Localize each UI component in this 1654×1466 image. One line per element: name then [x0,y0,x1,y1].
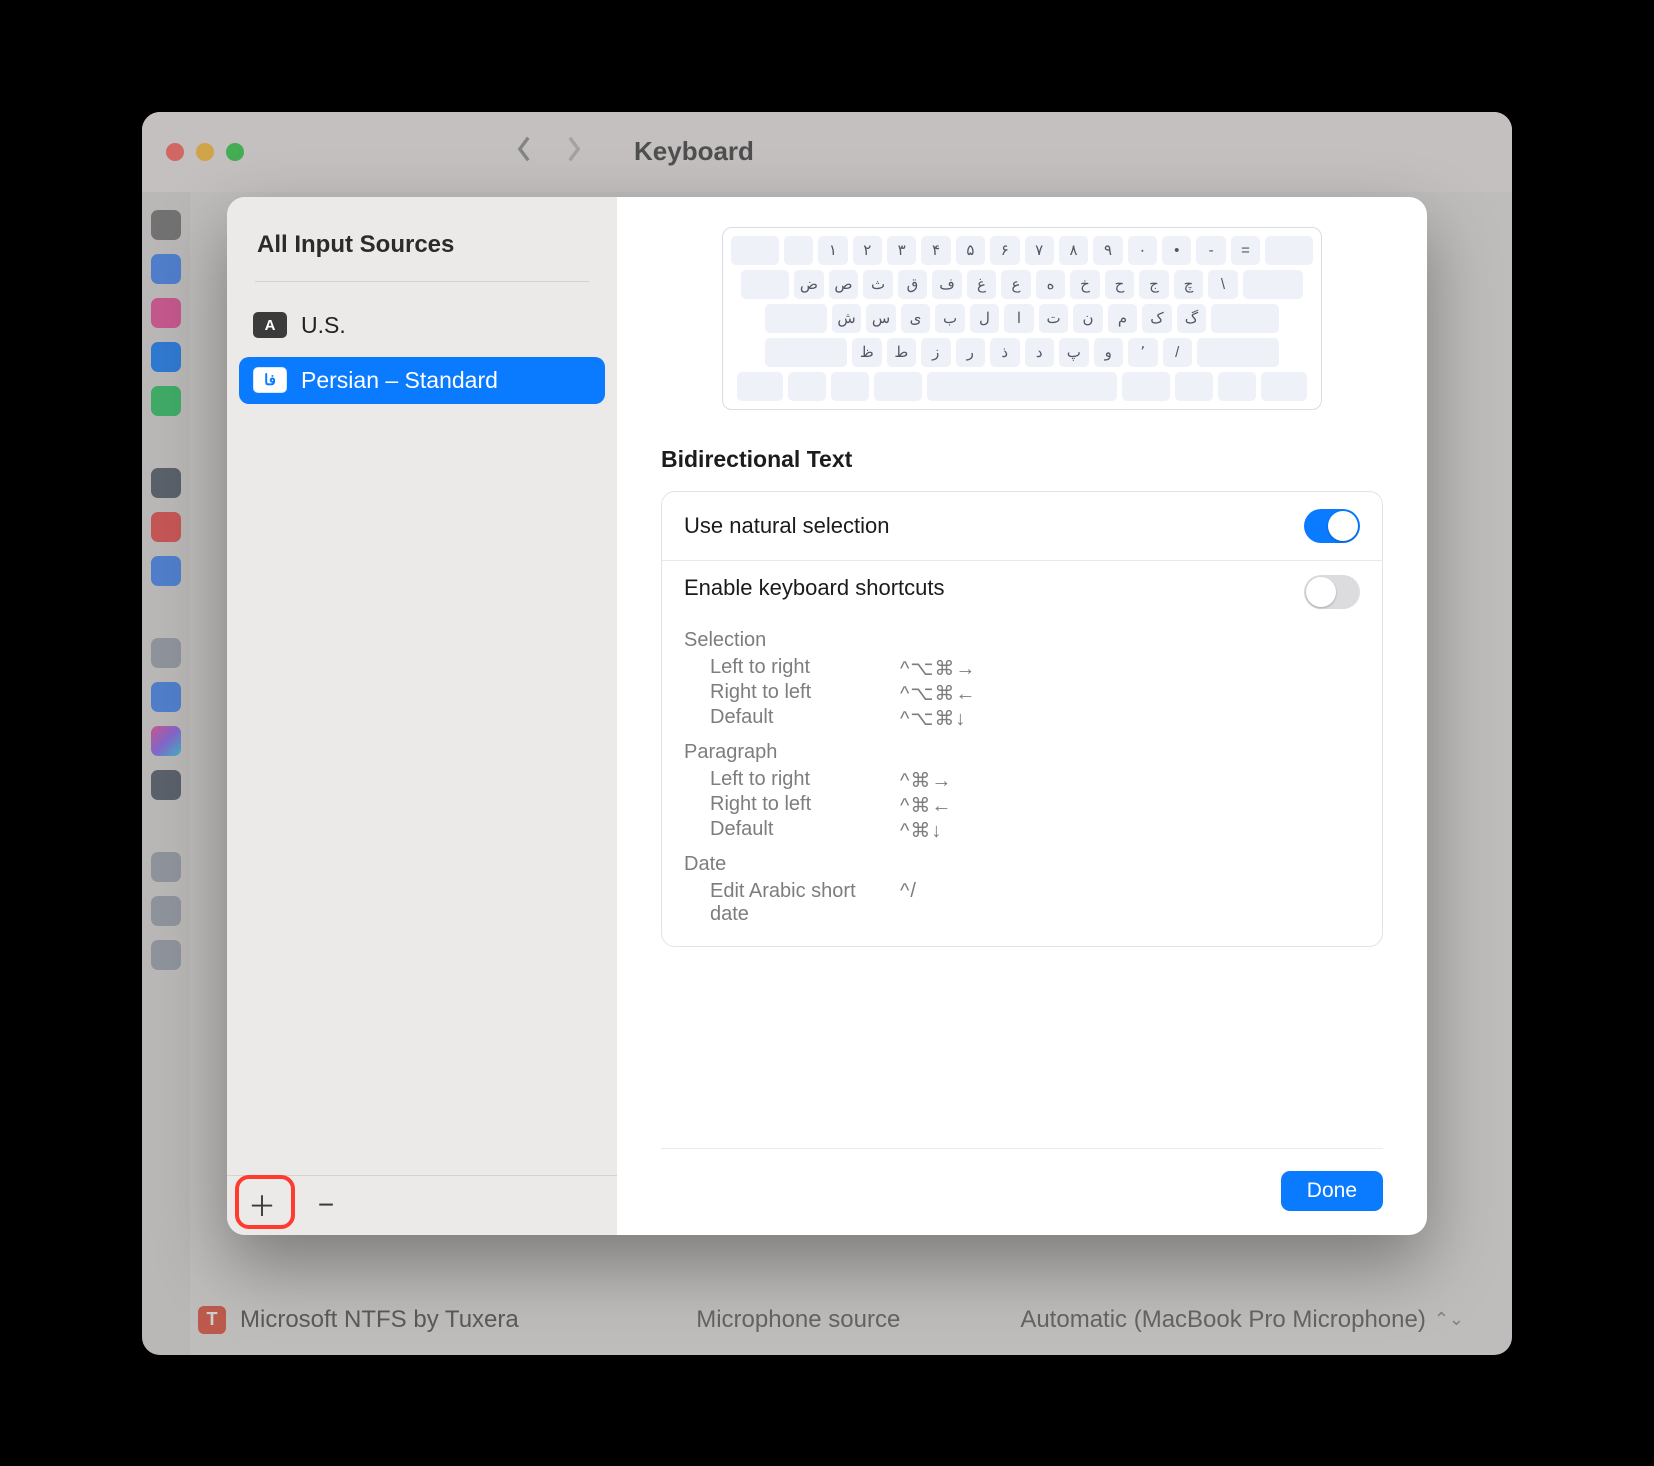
input-source-item[interactable]: A U.S. [239,302,605,349]
done-button[interactable]: Done [1281,1171,1383,1211]
keyboard-key: ۸ [1059,236,1088,265]
keyboard-key: ع [1001,270,1031,299]
keyboard-key: ث [863,270,893,299]
settings-window: Keyboard T Microsoft NTFS by Tuxera Micr… [142,112,1512,1355]
shortcut-label: Edit Arabic short date [710,880,880,926]
keyboard-key: ۵ [956,236,985,265]
input-source-label: Persian – Standard [301,367,498,394]
input-source-label: U.S. [301,312,346,339]
divider [255,281,589,282]
keyboard-key: ۰ [1128,236,1157,265]
shortcut-group-title: Date [684,853,1360,876]
shortcut-keys: ^⌘← [900,793,1020,818]
keyboard-key: خ [1070,270,1100,299]
shortcut-row: Default ^⌘↓ [684,818,1360,843]
keyboard-key: گ [1177,304,1207,333]
keyboard-key: ح [1105,270,1135,299]
keyboard-key: م [1108,304,1138,333]
keyboard-key: ۹ [1093,236,1122,265]
keyboard-key: ت [1039,304,1069,333]
keyboard-key: ب [935,304,965,333]
shortcut-keys: ^⌘→ [900,768,1020,793]
keyboard-key: ن [1073,304,1103,333]
sheet-content: ۱۲۳۴۵۶۷۸۹۰•-= ضصثقفغعهخحجچ\ شسیبلاتنمکگ ظطز… [617,197,1427,1235]
keyboard-key: ی [901,304,931,333]
input-source-badge: A [253,312,287,338]
keyboard-key: ۷ [1025,236,1054,265]
keyboard-key: ض [794,270,824,299]
sheet-footer: Done [661,1148,1383,1211]
keyboard-key: ط [887,338,917,367]
shortcut-keys: ^⌥⌘↓ [900,706,1020,731]
keyboard-key: ج [1139,270,1169,299]
keyboard-key: ز [921,338,951,367]
shortcut-row: Right to left ^⌥⌘← [684,681,1360,706]
shortcut-label: Left to right [710,768,880,793]
shortcut-row: Right to left ^⌘← [684,793,1360,818]
shortcuts-toggle[interactable] [1304,575,1360,609]
keyboard-key: ذ [990,338,1020,367]
shortcut-keys: ^⌥⌘→ [900,656,1020,681]
shortcut-row: Edit Arabic short date ^/ [684,880,1360,926]
input-sources-sheet: All Input Sources AU.S.فاPersian – Stand… [227,197,1427,1235]
shortcut-label: Right to left [710,793,880,818]
keyboard-key: ه [1036,270,1066,299]
section-title: Bidirectional Text [661,446,1383,473]
keyboard-key [784,236,813,265]
space-key [927,372,1117,401]
keyboard-key: ل [970,304,1000,333]
keyboard-key: / [1163,338,1193,367]
input-source-item[interactable]: فا Persian – Standard [239,357,605,404]
keyboard-key: = [1231,236,1260,265]
keyboard-key: د [1025,338,1055,367]
shortcut-row: Left to right ^⌥⌘→ [684,656,1360,681]
shortcut-row: Default ^⌥⌘↓ [684,706,1360,731]
shortcut-label: Default [710,706,880,731]
keyboard-key: ص [829,270,859,299]
keyboard-key: ۴ [921,236,950,265]
bidi-panel: Use natural selection Enable keyboard sh… [661,491,1383,947]
shortcut-group-title: Paragraph [684,741,1360,764]
keyboard-key: چ [1174,270,1204,299]
use-natural-row: Use natural selection [662,492,1382,560]
sheet-sidebar: All Input Sources A U.S. فا Persian – Stand… [227,197,617,1235]
keyboard-key: ش [832,304,862,333]
keyboard-key: \ [1208,270,1238,299]
shortcut-label: Right to left [710,681,880,706]
remove-input-source-button[interactable]: − [309,1188,343,1222]
keyboard-key: ۲ [853,236,882,265]
keyboard-key: ک [1142,304,1172,333]
shortcut-group-title: Selection [684,629,1360,652]
keyboard-key: - [1196,236,1225,265]
shortcut-label: Default [710,818,880,843]
shortcut-row: Left to right ^⌘→ [684,768,1360,793]
shortcuts-block: Enable keyboard shortcuts Selection Left … [662,560,1382,946]
keyboard-key: ۱ [818,236,847,265]
keyboard-key: ۳ [887,236,916,265]
keyboard-key: ا [1004,304,1034,333]
keyboard-key: ظ [852,338,882,367]
sidebar-title: All Input Sources [227,197,617,281]
keyboard-key: پ [1059,338,1089,367]
keyboard-key: غ [967,270,997,299]
keyboard-key: ۶ [990,236,1019,265]
keyboard-key: ر [956,338,986,367]
keyboard-key: س [866,304,896,333]
keyboard-preview: ۱۲۳۴۵۶۷۸۹۰•-= ضصثقفغعهخحجچ\ شسیبلاتنمکگ ظطز… [722,227,1322,410]
use-natural-label: Use natural selection [684,513,889,539]
keyboard-key: ف [932,270,962,299]
input-source-list: A U.S. فا Persian – Standard [227,302,617,404]
keyboard-key: و [1094,338,1124,367]
keyboard-key: • [1162,236,1191,265]
use-natural-toggle[interactable] [1304,509,1360,543]
input-source-badge: فا [253,367,287,393]
shortcut-keys: ^⌥⌘← [900,681,1020,706]
keyboard-key: ق [898,270,928,299]
shortcut-label: Left to right [710,656,880,681]
shortcuts-label: Enable keyboard shortcuts [684,575,945,601]
shortcut-keys: ^/ [900,880,1020,926]
annotation-highlight [235,1175,295,1229]
keyboard-key: ٬ [1128,338,1158,367]
shortcut-keys: ^⌘↓ [900,818,1020,843]
